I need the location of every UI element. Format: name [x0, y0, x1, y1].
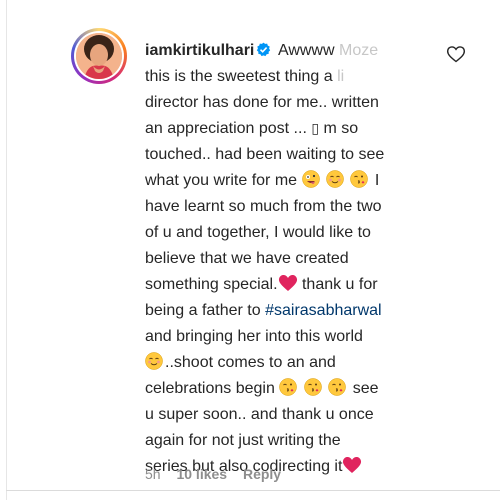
smiling-blush-face-emoji-icon [326, 170, 344, 188]
comment-text: believe that we have created [145, 250, 349, 267]
comment-text: again for not just writing the [145, 432, 341, 449]
comment-text: an appreciation post ... [145, 120, 307, 137]
avatar[interactable] [76, 33, 122, 79]
comment-text: u super soon.. and thank u once [145, 406, 374, 423]
red-heart-emoji-icon [278, 274, 297, 291]
comment-text: of u and together, I would like to [145, 224, 371, 241]
comment-text: ..shoot comes to an and [165, 354, 336, 371]
left-divider [6, 0, 7, 500]
comment-body: iamkirtikulhari Awwww Moze this is the s… [145, 38, 431, 480]
comment-timestamp[interactable]: 5h [145, 466, 161, 482]
comment-thread: { "comment": { "username": "iamkirtikulh… [0, 0, 500, 500]
comment-text: director has done for me.. written [145, 94, 379, 111]
hashtag-link[interactable]: #sairasabharwal [265, 302, 382, 319]
reply-button[interactable]: Reply [243, 466, 281, 482]
zany-face-emoji-icon [301, 170, 320, 188]
smiling-blush-face-emoji-icon [145, 352, 163, 370]
kissing-face-emoji-icon [279, 378, 298, 396]
comment-text: see [352, 380, 379, 397]
like-count[interactable]: 10 likes [176, 466, 227, 482]
comment-text: being a father to [145, 302, 261, 319]
kissing-face-emoji-icon [328, 378, 346, 396]
avatar-story-ring[interactable] [71, 28, 127, 84]
bottom-divider [6, 490, 500, 491]
comment-text: celebrations begin [145, 380, 275, 397]
comment-meta: 5h 10 likes Reply [145, 466, 293, 482]
comment-username[interactable]: iamkirtikulhari [145, 42, 254, 59]
comment-text: something special. [145, 276, 278, 293]
comment-text: have learnt so much from the two [145, 198, 382, 215]
kissing-face-emoji-icon [350, 170, 369, 188]
comment-text: I [374, 172, 380, 189]
comment-text: this is the sweetest thing a [145, 68, 333, 85]
comment-text: what you write for me [145, 172, 298, 189]
comment-text: touched.. had been waiting to see [145, 146, 385, 163]
kissing-face-emoji-icon [304, 378, 322, 396]
heart-outline-icon[interactable] [446, 44, 466, 64]
comment-text-faded: Moze [339, 42, 379, 59]
missing-glyph: ▯ [311, 121, 320, 137]
comment-text: thank u for [301, 276, 378, 293]
red-heart-emoji-icon [343, 456, 362, 473]
verified-badge-icon [257, 42, 271, 57]
comment-text: and bringing her into this world [145, 328, 363, 345]
comment-text-faded: li [337, 68, 345, 85]
comment-text: m so [323, 120, 359, 137]
comment-text: Awwww [277, 42, 335, 59]
